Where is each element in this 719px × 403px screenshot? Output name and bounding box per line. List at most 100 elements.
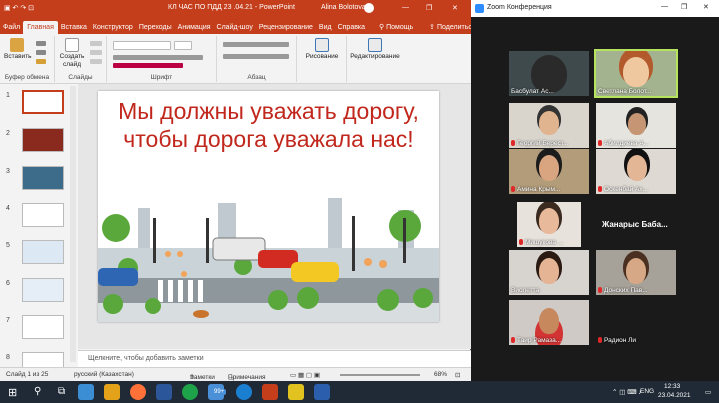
slide-thumbnail[interactable] [22,240,64,264]
participant-video [539,208,559,234]
participant-tile[interactable]: Донских Пав... [596,250,676,295]
zoom-app-icon[interactable] [236,384,252,400]
slide-number: 2 [6,130,10,137]
notifications-icon[interactable]: ▭ [705,388,711,396]
zoom-level[interactable]: 68% [434,371,447,378]
align-buttons[interactable] [223,54,289,59]
cut-icon[interactable] [36,41,46,46]
tab-view[interactable]: Вид [316,24,335,34]
editing-button[interactable]: Редактирование [349,38,401,61]
slide-thumbnail[interactable] [22,90,64,114]
font-name-field[interactable] [113,41,171,50]
zoom-slider[interactable] [340,374,420,376]
maximize-icon[interactable]: ❐ [426,4,432,12]
tab-file[interactable]: Файл [0,24,23,34]
firefox-icon[interactable] [130,384,146,400]
format-painter-icon[interactable] [36,59,46,64]
tab-transitions[interactable]: Переходы [136,24,175,34]
participant-tile[interactable]: Виолетта [509,250,589,295]
slide-thumbnail[interactable] [22,352,64,367]
language-indicator[interactable]: русский (Казахстан) [74,371,134,378]
tab-design[interactable]: Конструктор [90,24,136,34]
font-color-buttons[interactable] [113,63,183,68]
app-icon[interactable] [314,384,330,400]
current-slide[interactable]: Мы должны уважать дорогу, чтобы дорога у… [98,91,439,322]
close-icon[interactable]: ✕ [452,4,458,12]
participant-tile-active[interactable]: Светлана Болот... [594,49,678,98]
participant-tile[interactable]: Оскенбай Ах... [596,149,676,194]
user-name[interactable]: Alina Bolotova [321,4,366,11]
list-buttons[interactable] [223,42,289,47]
tab-slideshow[interactable]: Слайд-шоу [214,24,256,34]
tab-animation[interactable]: Анимация [175,24,214,34]
muted-mic-icon [598,337,602,343]
tab-review[interactable]: Рецензирование [256,24,316,34]
tab-home[interactable]: Главная [23,21,58,34]
participant-tile[interactable]: Радион Ли [596,300,676,345]
tab-help[interactable]: Справка [335,24,368,34]
app-icon[interactable] [288,384,304,400]
participant-tile[interactable]: Абилдиева А... [596,103,676,148]
minimize-icon[interactable]: — [661,3,668,10]
windows-start-icon[interactable]: ⊞ [8,386,17,399]
shapes-icon [315,38,329,52]
language-indicator[interactable]: ENG [640,388,654,395]
slide-thumbnail[interactable] [22,128,64,152]
paragraph-group: Абзац [217,36,297,82]
tray-icons[interactable]: ⌃ ◫ ⌨ ♪ [612,388,642,396]
participant-tile[interactable]: Мишукова ... [517,202,581,247]
participant-tile[interactable]: Георгий Берест... [509,103,589,148]
minimize-icon[interactable]: — [402,4,409,11]
maximize-icon[interactable]: ❐ [681,3,687,11]
word-icon[interactable] [156,384,172,400]
slide-number: 4 [6,205,10,212]
clock-time[interactable]: 12:33 [664,383,680,390]
slide-thumbnail[interactable] [22,315,64,339]
notes-pane[interactable]: Щелкните, чтобы добавить заметки [78,350,471,367]
tell-me-search[interactable]: ⚲ Помощь [376,23,416,34]
new-slide-button[interactable]: Создать слайд [58,38,86,69]
notification-badge: 99+ [212,389,227,395]
participant-tile[interactable]: Жанарыс Баба... [596,202,676,247]
font-format-buttons[interactable] [113,55,203,60]
participant-name-text: Таир Рамаза... [517,337,562,344]
edge-icon[interactable] [78,384,94,400]
clipboard-label: Буфер обмена [4,74,50,81]
notes-placeholder: Щелкните, чтобы добавить заметки [88,355,204,362]
slide-editor: Мы должны уважать дорогу, чтобы дорога у… [78,84,471,349]
copy-icon[interactable] [36,50,46,55]
participant-name: Оскенбай Ах... [598,186,648,193]
paste-button[interactable]: Вставить [4,38,32,61]
save-icon[interactable]: ▣ ↶ ↷ ⊡ [4,4,34,12]
participant-name: Радион Ли [598,337,636,344]
windows-taskbar: ⊞ ⚲ ⧉ 99+ ⌃ ◫ ⌨ ♪ ENG 12:33 23.04.2021 ▭ [0,381,719,403]
participant-tile[interactable]: Амина Крым... [509,149,589,194]
participant-tile[interactable]: Таир Рамаза... [509,300,589,345]
file-explorer-icon[interactable] [104,384,120,400]
search-icon[interactable]: ⚲ [34,386,41,397]
task-view-icon[interactable]: ⧉ [58,386,65,397]
reset-icon[interactable] [90,50,102,55]
layout-icon[interactable] [90,41,102,46]
slide-number: 7 [6,317,10,324]
tab-insert[interactable]: Вставка [58,24,90,34]
drawing-button[interactable]: Рисование [301,38,343,61]
participant-video [539,111,559,135]
avatar[interactable] [364,3,374,13]
slide-thumbnail[interactable] [22,278,64,302]
slide-thumbnail[interactable] [22,166,64,190]
clock-date[interactable]: 23.04.2021 [658,392,691,399]
font-size-field[interactable] [174,41,192,50]
powerpoint-icon[interactable] [262,384,278,400]
participant-name: Донских Пав... [598,287,648,294]
thumbnail-scrollbar[interactable] [70,86,76,362]
fit-slide-icon[interactable]: ⊡ [455,371,460,379]
close-icon[interactable]: ✕ [703,3,709,11]
paragraph-label: Абзац [247,74,266,81]
view-buttons[interactable]: ▭ ▦ ▢ ▣ [290,371,320,379]
chrome-icon[interactable] [182,384,198,400]
participant-tile[interactable]: Басбулат Ас... [509,51,589,96]
section-icon[interactable] [90,59,102,64]
slide-title[interactable]: Мы должны уважать дорогу, чтобы дорога у… [108,97,429,153]
slide-thumbnail[interactable] [22,203,64,227]
